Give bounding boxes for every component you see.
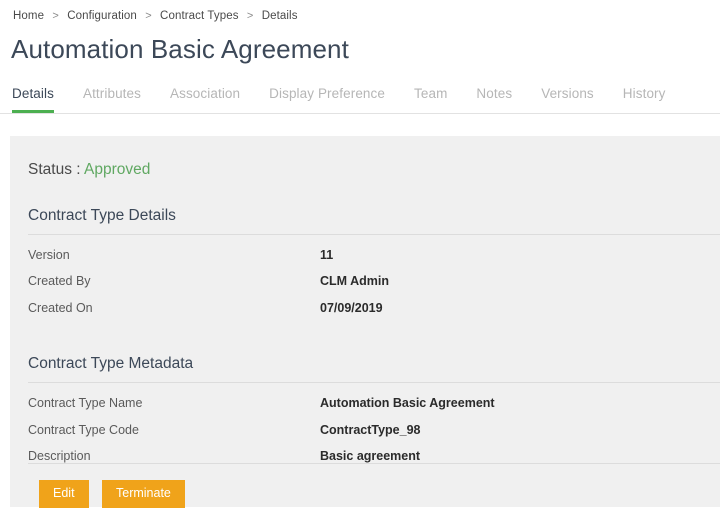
tab-notes[interactable]: Notes xyxy=(476,86,512,113)
field-value-contract-type-name: Automation Basic Agreement xyxy=(320,396,495,411)
field-value-created-on: 07/09/2019 xyxy=(320,300,383,315)
tab-attributes[interactable]: Attributes xyxy=(83,86,141,113)
tab-team[interactable]: Team xyxy=(414,86,447,113)
field-value-contract-type-code: ContractType_98 xyxy=(320,422,421,437)
table-row: Created On 07/09/2019 xyxy=(28,301,648,327)
details-panel: Status : Approved Contract Type Details … xyxy=(10,136,720,508)
section-heading-contract-type-details: Contract Type Details xyxy=(28,207,176,224)
tab-display-preference[interactable]: Display Preference xyxy=(269,86,385,113)
field-value-created-by: CLM Admin xyxy=(320,274,389,289)
tab-bar: Details Attributes Association Display P… xyxy=(0,86,720,114)
section-divider xyxy=(28,382,720,384)
edit-button[interactable]: Edit xyxy=(39,480,89,508)
breadcrumb: Home > Configuration > Contract Types > … xyxy=(0,0,720,22)
breadcrumb-item-home[interactable]: Home xyxy=(13,10,44,22)
status-row: Status : Approved xyxy=(10,136,720,179)
page-root: Home > Configuration > Contract Types > … xyxy=(0,0,720,512)
breadcrumb-separator-icon: > xyxy=(145,10,152,22)
tab-history[interactable]: History xyxy=(623,86,666,113)
field-value-version: 11 xyxy=(320,248,334,262)
field-label-created-on: Created On xyxy=(28,300,93,315)
section-divider xyxy=(28,234,720,235)
field-label-contract-type-name: Contract Type Name xyxy=(28,396,143,411)
table-row: Contract Type Name Automation Basic Agre… xyxy=(28,396,648,422)
table-row: Contract Type Code ContractType_98 xyxy=(28,423,648,449)
action-button-row: Edit Terminate xyxy=(39,480,194,508)
actions-divider xyxy=(28,463,720,464)
table-row: Version 11 xyxy=(28,248,648,274)
status-label: Status : xyxy=(28,161,81,178)
field-label-contract-type-code: Contract Type Code xyxy=(28,422,139,437)
breadcrumb-item-contract-types[interactable]: Contract Types xyxy=(160,10,239,22)
breadcrumb-item-details[interactable]: Details xyxy=(262,10,298,22)
field-label-created-by: Created By xyxy=(28,274,91,289)
status-badge: Approved xyxy=(84,161,151,178)
page-title: Automation Basic Agreement xyxy=(11,34,349,64)
tab-association[interactable]: Association xyxy=(170,86,240,113)
breadcrumb-item-configuration[interactable]: Configuration xyxy=(67,10,137,22)
breadcrumb-separator-icon: > xyxy=(246,10,254,22)
contract-type-details-table: Version 11 Created By CLM Admin Created … xyxy=(28,248,648,327)
terminate-button[interactable]: Terminate xyxy=(102,480,185,508)
section-heading-contract-type-metadata: Contract Type Metadata xyxy=(28,355,194,373)
tab-versions[interactable]: Versions xyxy=(541,86,594,113)
tab-details[interactable]: Details xyxy=(12,86,54,113)
table-row: Created By CLM Admin xyxy=(28,274,648,300)
breadcrumb-separator-icon: > xyxy=(52,10,59,22)
field-label-version: Version xyxy=(28,248,70,262)
